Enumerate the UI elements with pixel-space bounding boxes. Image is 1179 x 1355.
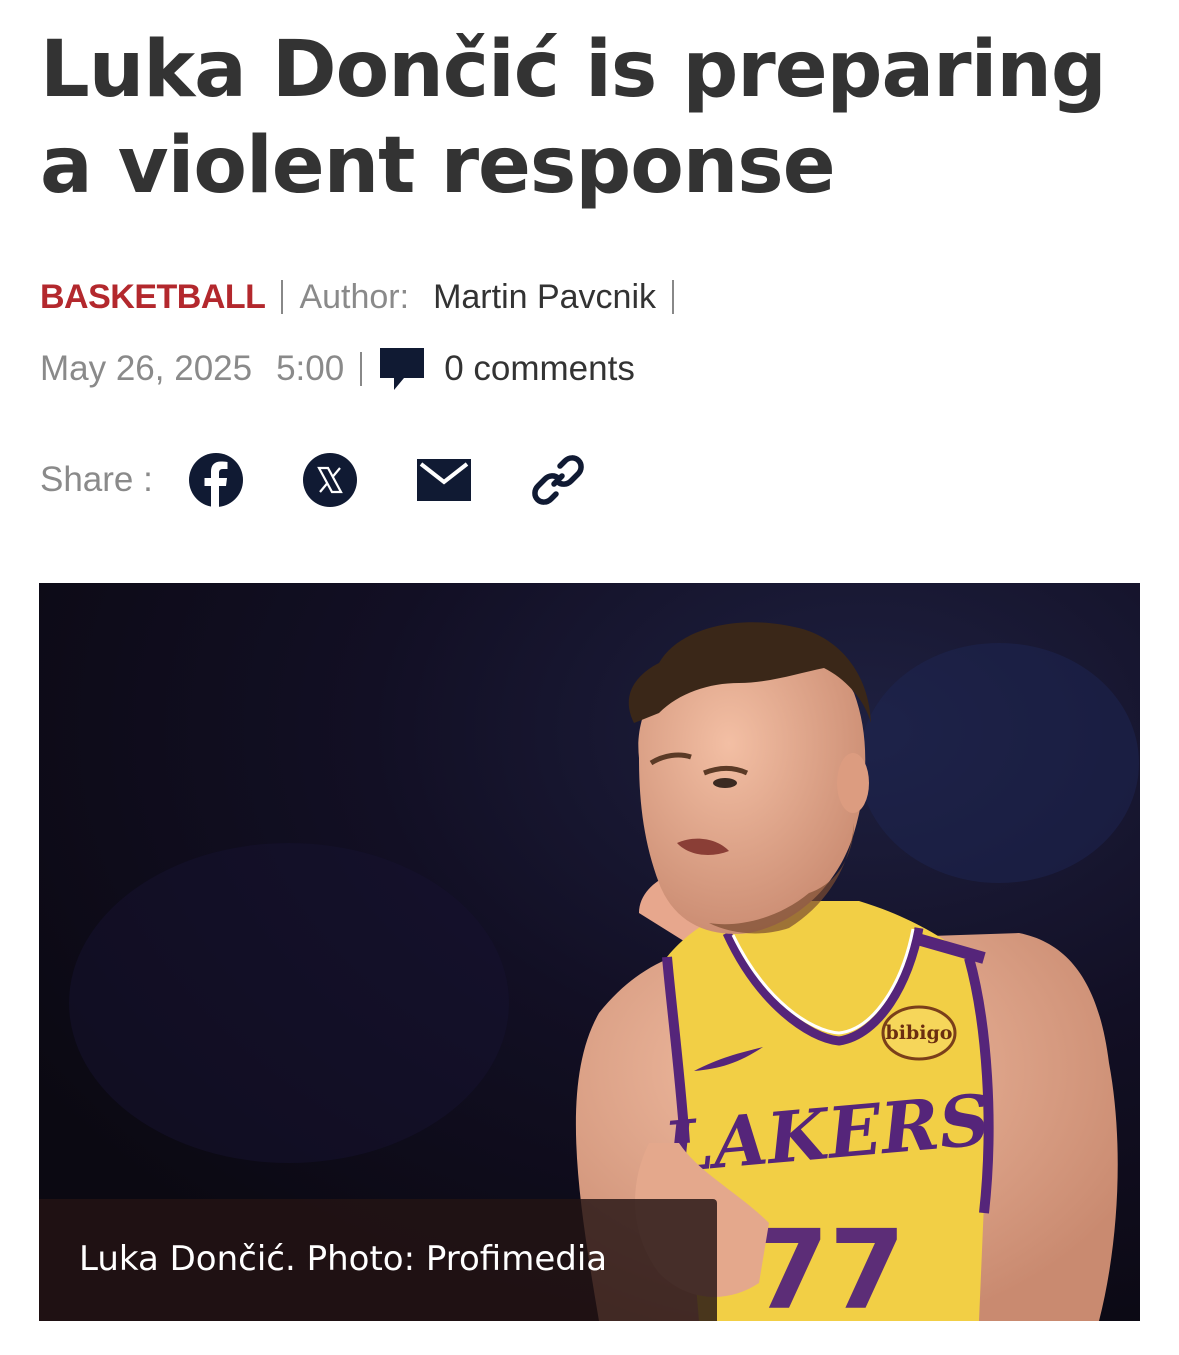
sponsor-text: bibigo (886, 1022, 953, 1044)
facebook-icon (189, 453, 243, 507)
category-link[interactable]: BASKETBALL (40, 278, 266, 317)
x-icon (303, 453, 357, 507)
email-icon (417, 459, 471, 501)
divider (281, 280, 284, 314)
publish-time: 5:00 (276, 349, 345, 388)
article-photo: bibigo LAKERS 77 Luka Dončić. Photo: Pro… (39, 583, 1140, 1321)
share-x-button[interactable] (302, 452, 358, 508)
share-email-button[interactable] (416, 452, 472, 508)
article-meta-byline: BASKETBALL Author: Martin Pavcnik (40, 272, 690, 322)
photo-caption-box: Luka Dončić. Photo: Profimedia (39, 1199, 717, 1321)
share-link-button[interactable] (530, 452, 586, 508)
article-headline: Luka Dončić is preparing a violent respo… (40, 25, 1107, 211)
publish-date: May 26, 2025 (40, 349, 253, 388)
divider (672, 280, 675, 314)
link-icon (532, 455, 584, 505)
divider (360, 352, 363, 386)
photo-caption: Luka Dončić. Photo: Profimedia (79, 1239, 608, 1279)
comment-icon[interactable] (378, 345, 426, 393)
article-meta-date: May 26, 2025 5:00 0 comments (40, 344, 635, 394)
author-label: Author: (299, 277, 410, 316)
svg-text:77: 77 (752, 1206, 905, 1321)
author-name[interactable]: Martin Pavcnik (433, 278, 656, 317)
share-facebook-button[interactable] (188, 452, 244, 508)
comments-link[interactable]: 0 comments (444, 349, 635, 389)
share-label: Share : (40, 460, 153, 499)
share-bar: Share : (40, 448, 586, 512)
